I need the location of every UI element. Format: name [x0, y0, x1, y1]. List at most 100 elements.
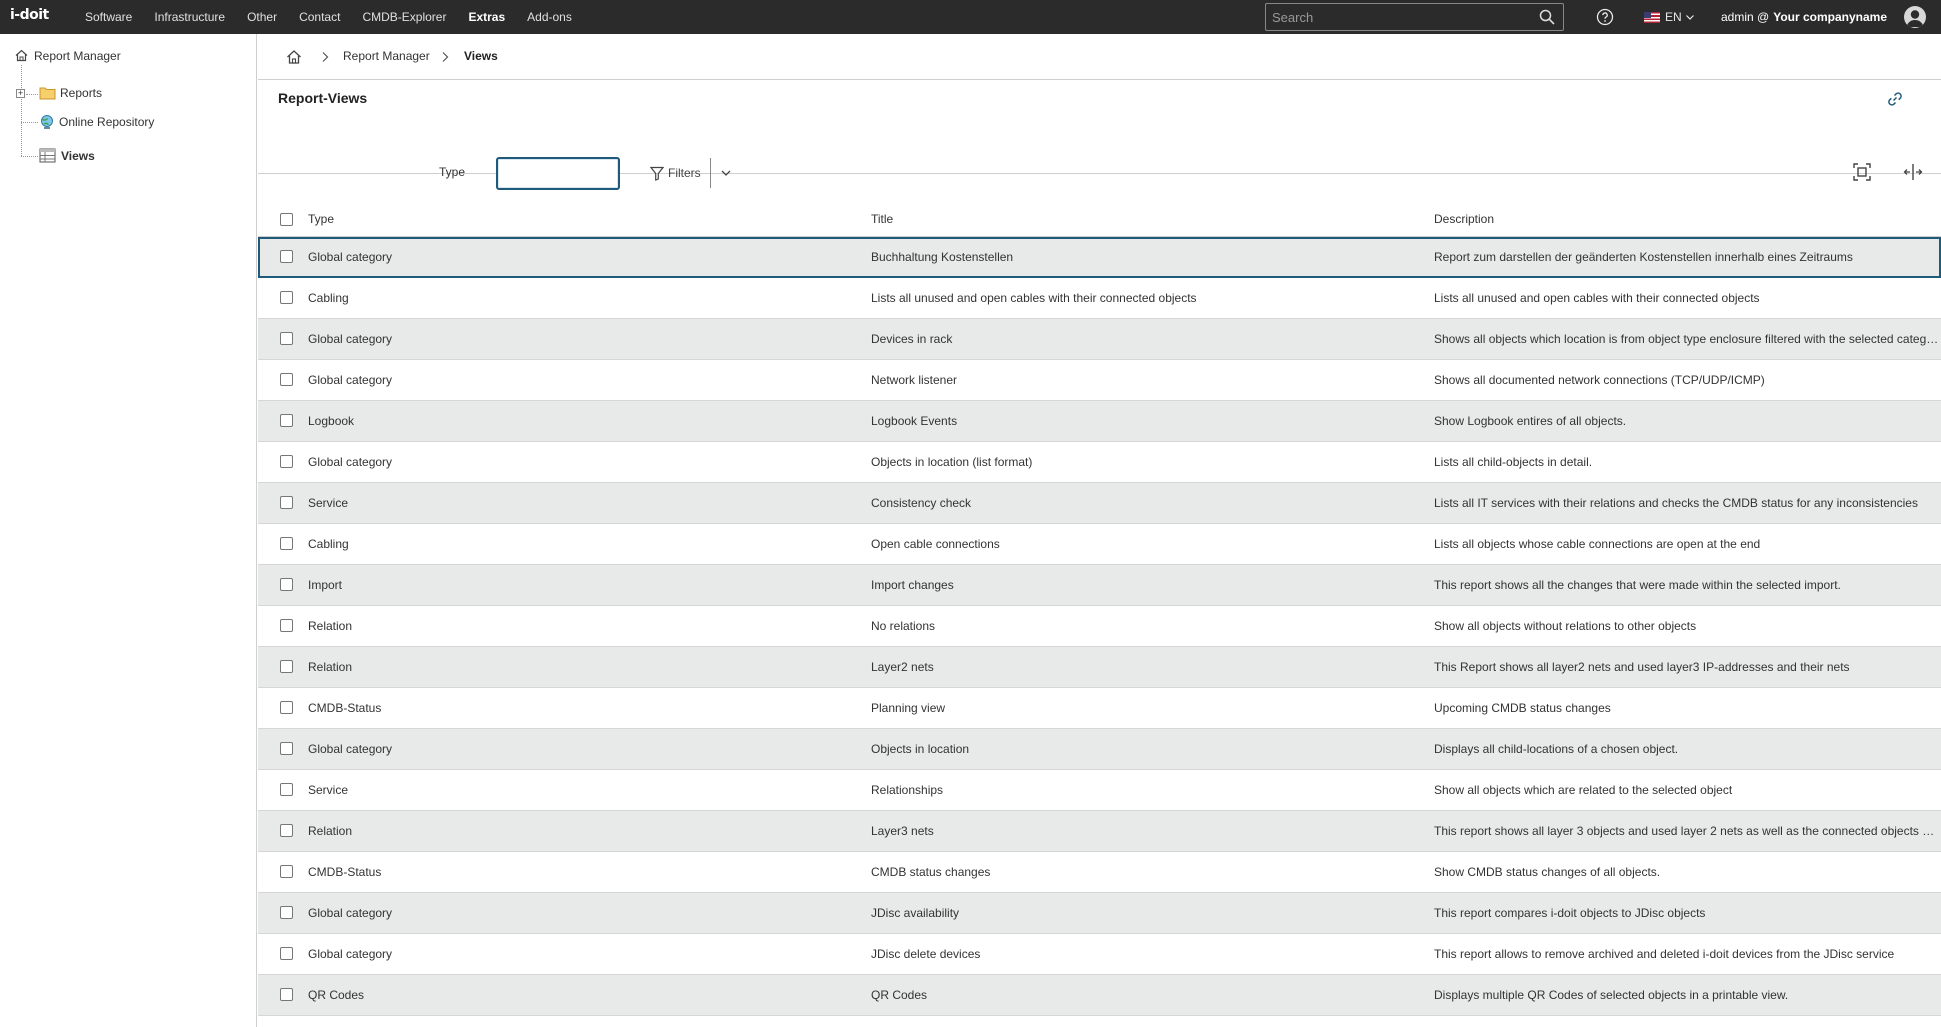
- row-checkbox[interactable]: [280, 906, 293, 919]
- fullscreen-icon[interactable]: [1852, 162, 1872, 182]
- table-row[interactable]: Relation Layer3 nets This report shows all…: [258, 811, 1941, 852]
- cell-title[interactable]: Relationships: [871, 783, 1411, 797]
- home-icon: [15, 49, 28, 62]
- breadcrumb-report-manager[interactable]: Report Manager: [343, 49, 430, 63]
- cell-title[interactable]: Devices in rack: [871, 332, 1411, 346]
- nav-item-infrastructure[interactable]: Infrastructure: [154, 10, 225, 24]
- cell-type: Relation: [308, 619, 353, 633]
- type-filter-input[interactable]: [496, 157, 620, 190]
- column-header-description[interactable]: Description: [1434, 212, 1494, 226]
- cell-description: Report zum darstellen der geänderten Kos…: [1434, 250, 1853, 264]
- nav-item-software[interactable]: Software: [85, 10, 132, 24]
- tree-item-online-repository[interactable]: Online Repository: [39, 114, 154, 130]
- row-checkbox[interactable]: [280, 988, 293, 1001]
- cell-title[interactable]: Objects in location: [871, 742, 1411, 756]
- sidebar: Report Manager + Reports Online Reposito…: [0, 34, 257, 1027]
- cell-title[interactable]: Layer3 nets: [871, 824, 1411, 838]
- user-menu[interactable]: admin @ Your companyname: [1721, 0, 1887, 34]
- table-row[interactable]: Import Import changes This report shows al…: [258, 565, 1941, 606]
- row-checkbox[interactable]: [280, 455, 293, 468]
- app-logo[interactable]: i-doit: [10, 7, 49, 23]
- select-all-checkbox[interactable]: [280, 213, 293, 226]
- cell-title[interactable]: No relations: [871, 619, 1411, 633]
- table-row[interactable]: Service Relationships Show all objects whi…: [258, 770, 1941, 811]
- table-row[interactable]: Global category Objects in location Displa…: [258, 729, 1941, 770]
- cell-title[interactable]: Lists all unused and open cables with th…: [871, 291, 1411, 305]
- row-checkbox[interactable]: [280, 701, 293, 714]
- link-icon[interactable]: [1886, 90, 1904, 108]
- cell-title[interactable]: Network listener: [871, 373, 1411, 387]
- table-row[interactable]: Relation Layer2 nets This Report shows all…: [258, 647, 1941, 688]
- cell-description: Show all objects without relations to ot…: [1434, 619, 1697, 633]
- nav-item-extras[interactable]: Extras: [468, 10, 505, 24]
- column-header-type[interactable]: Type: [308, 212, 334, 226]
- table-row[interactable]: Global category JDisc delete devices This …: [258, 934, 1941, 975]
- table-row[interactable]: Global category Buchhaltung Kostenstellen…: [258, 237, 1941, 278]
- search-input[interactable]: [1272, 4, 1522, 30]
- row-checkbox[interactable]: [280, 742, 293, 755]
- cell-title[interactable]: Import changes: [871, 578, 1411, 592]
- cell-title[interactable]: Consistency check: [871, 496, 1411, 510]
- row-checkbox[interactable]: [280, 619, 293, 632]
- cell-title[interactable]: Planning view: [871, 701, 1411, 715]
- table-row[interactable]: QR Codes QR Codes Displays multiple QR Cod…: [258, 975, 1941, 1016]
- row-checkbox[interactable]: [280, 947, 293, 960]
- cell-title[interactable]: Layer2 nets: [871, 660, 1411, 674]
- row-checkbox[interactable]: [280, 660, 293, 673]
- table-row[interactable]: Global category Objects in location (list…: [258, 442, 1941, 483]
- nav-item-contact[interactable]: Contact: [299, 10, 340, 24]
- filters-button[interactable]: Filters: [650, 162, 701, 184]
- row-checkbox[interactable]: [280, 373, 293, 386]
- search-icon[interactable]: [1539, 9, 1555, 25]
- table-row[interactable]: Relation No relations Show all objects wit…: [258, 606, 1941, 647]
- language-selector[interactable]: EN: [1644, 0, 1695, 34]
- cell-description: This report shows all the changes that w…: [1434, 578, 1841, 592]
- tree-item-reports[interactable]: Reports: [39, 86, 102, 100]
- cell-title[interactable]: CMDB status changes: [871, 865, 1411, 879]
- home-icon[interactable]: [286, 49, 302, 65]
- row-checkbox[interactable]: [280, 783, 293, 796]
- cell-title[interactable]: Open cable connections: [871, 537, 1411, 551]
- cell-title[interactable]: Objects in location (list format): [871, 455, 1411, 469]
- table-row[interactable]: Logbook Logbook Events Show Logbook entire…: [258, 401, 1941, 442]
- avatar[interactable]: [1904, 6, 1926, 28]
- table-row[interactable]: CMDB-Status Planning view Upcoming CMDB st…: [258, 688, 1941, 729]
- help-icon[interactable]: [1596, 8, 1614, 26]
- table-row[interactable]: Global category Network listener Shows all…: [258, 360, 1941, 401]
- table-row[interactable]: Global category JDisc availability This re…: [258, 893, 1941, 934]
- cell-title[interactable]: Buchhaltung Kostenstellen: [871, 250, 1411, 264]
- column-resize-icon[interactable]: [1903, 162, 1923, 182]
- chevron-down-icon[interactable]: [720, 167, 732, 179]
- tree-root-report-manager[interactable]: Report Manager: [14, 48, 121, 63]
- table-row[interactable]: CMDB-Status CMDB status changes Show CMDB …: [258, 852, 1941, 893]
- expand-plus-icon[interactable]: +: [16, 89, 25, 98]
- nav-item-other[interactable]: Other: [247, 10, 277, 24]
- cell-description: Lists all IT services with their relatio…: [1434, 496, 1918, 510]
- nav-item-add-ons[interactable]: Add-ons: [527, 10, 572, 24]
- user-prefix: admin @: [1721, 10, 1770, 24]
- cell-description: Shows all objects which location is from…: [1434, 332, 1939, 346]
- row-checkbox[interactable]: [280, 537, 293, 550]
- row-checkbox[interactable]: [280, 332, 293, 345]
- table-row[interactable]: Cabling Lists all unused and open cables …: [258, 278, 1941, 319]
- cell-type: Logbook: [308, 414, 355, 428]
- column-header-title[interactable]: Title: [871, 212, 893, 226]
- cell-type: Relation: [308, 660, 353, 674]
- cell-description: This report compares i-doit objects to J…: [1434, 906, 1706, 920]
- row-checkbox[interactable]: [280, 414, 293, 427]
- row-checkbox[interactable]: [280, 865, 293, 878]
- tree-item-views[interactable]: Views: [39, 148, 95, 163]
- table-row[interactable]: Cabling Open cable connections Lists all o…: [258, 524, 1941, 565]
- table-row[interactable]: Global category Devices in rack Shows all …: [258, 319, 1941, 360]
- cell-title[interactable]: QR Codes: [871, 988, 1411, 1002]
- cell-title[interactable]: JDisc delete devices: [871, 947, 1411, 961]
- row-checkbox[interactable]: [280, 291, 293, 304]
- row-checkbox[interactable]: [280, 824, 293, 837]
- cell-title[interactable]: Logbook Events: [871, 414, 1411, 428]
- row-checkbox[interactable]: [280, 496, 293, 509]
- nav-item-cmdb-explorer[interactable]: CMDB-Explorer: [362, 10, 446, 24]
- table-row[interactable]: Service Consistency check Lists all IT ser…: [258, 483, 1941, 524]
- row-checkbox[interactable]: [280, 578, 293, 591]
- row-checkbox[interactable]: [280, 250, 293, 263]
- cell-title[interactable]: JDisc availability: [871, 906, 1411, 920]
